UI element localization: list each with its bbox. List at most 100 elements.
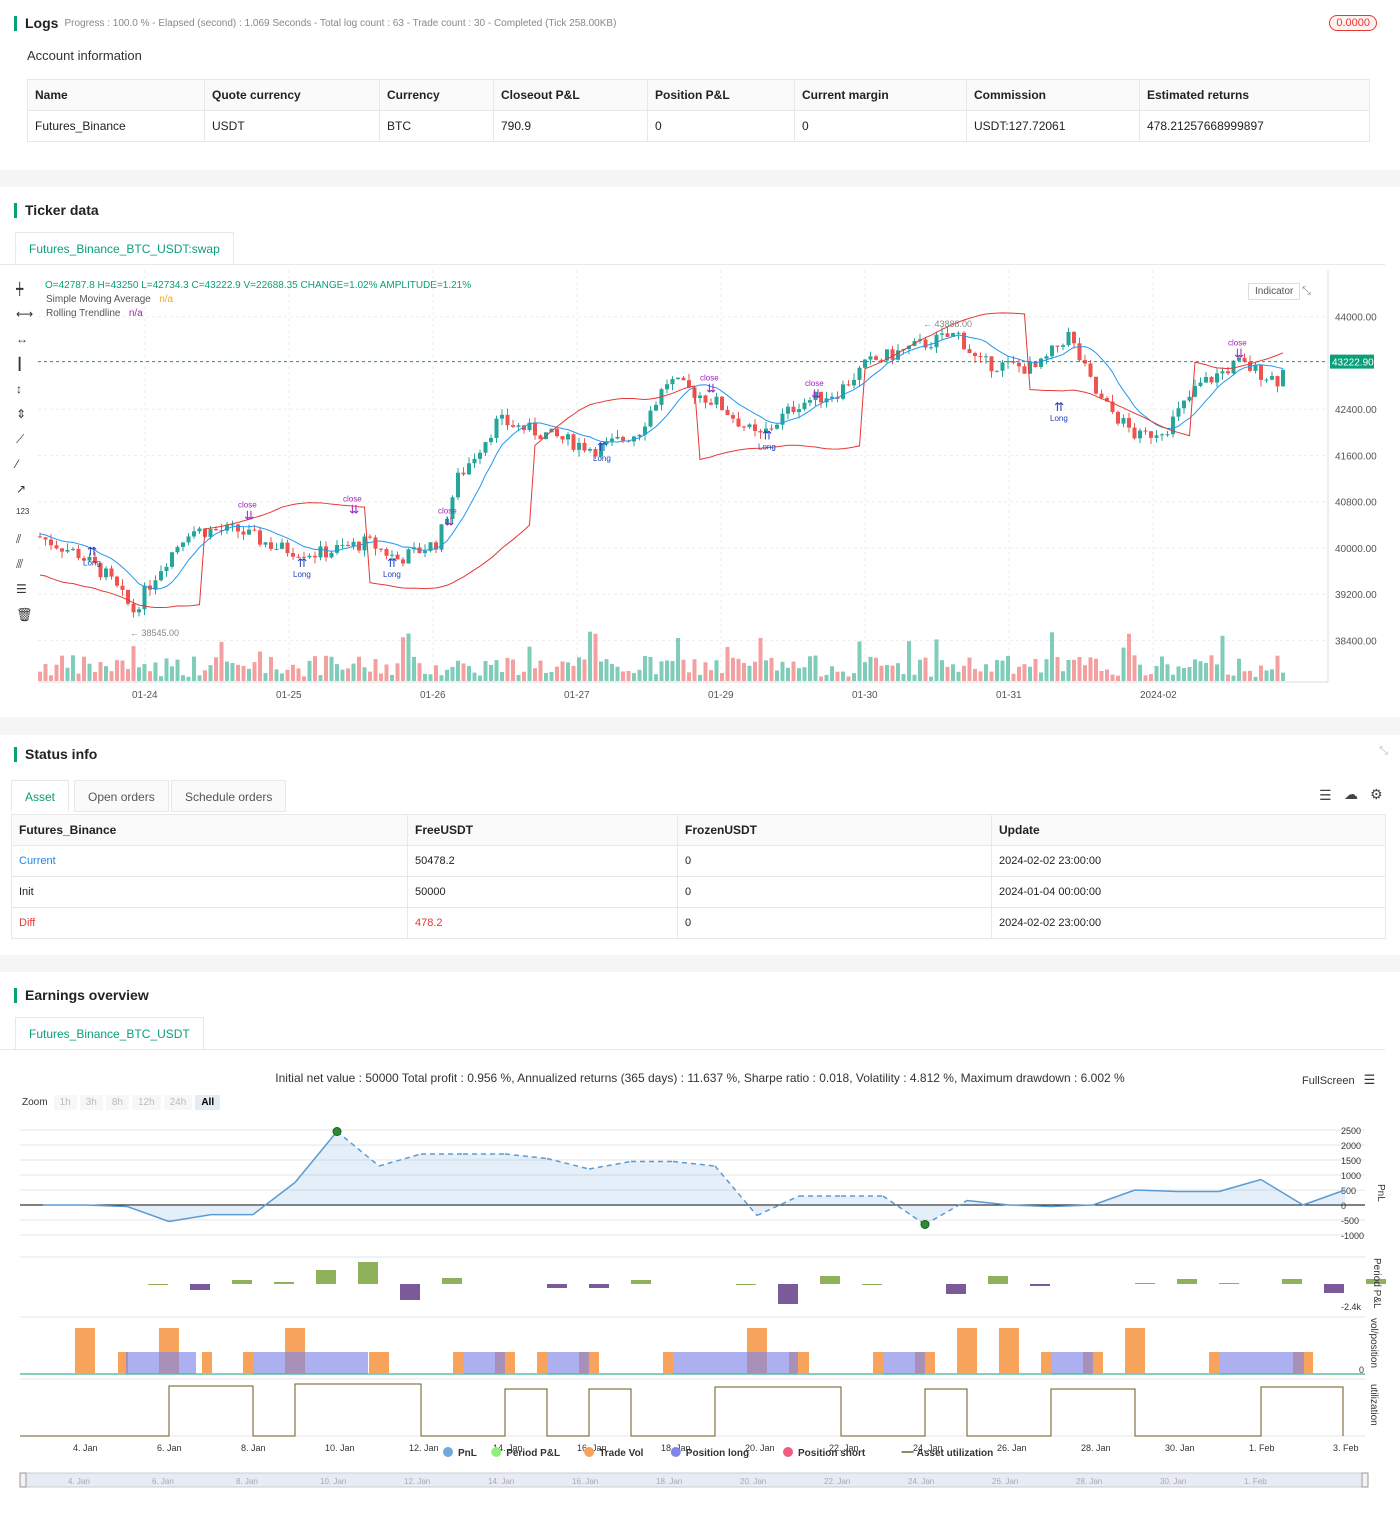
legend-position-long-icon bbox=[670, 1447, 681, 1457]
parallel-channel-tool-icon[interactable]: ⫽ bbox=[16, 532, 38, 557]
price-axis-label: 41600.00 bbox=[1335, 451, 1377, 462]
position-long-bar bbox=[547, 1352, 589, 1374]
period-pnl-bar bbox=[631, 1280, 651, 1284]
volume-bar bbox=[197, 675, 202, 681]
vertical-ray-tool-icon[interactable]: ⇕ bbox=[16, 407, 38, 432]
collapse-icon[interactable]: ⤡ bbox=[1379, 745, 1388, 758]
candle bbox=[307, 555, 312, 558]
trash-icon[interactable]: 🗑 bbox=[16, 607, 38, 632]
candle bbox=[478, 452, 482, 459]
table-cell: 0 bbox=[647, 110, 795, 142]
status-title: Status info bbox=[14, 746, 97, 762]
candle bbox=[1154, 435, 1159, 438]
table-cell: USDT bbox=[204, 110, 380, 142]
volume-bar bbox=[54, 664, 59, 681]
horizontal-ray-tool-icon[interactable]: ⟷ bbox=[16, 307, 38, 332]
period-pnl-bar bbox=[988, 1276, 1008, 1284]
earnings-chart[interactable]: 25002000150010005000-500-1000PnL-2.4k Per… bbox=[0, 1122, 1400, 1492]
candle bbox=[863, 359, 867, 368]
tab-schedule-orders[interactable]: Schedule orders bbox=[171, 780, 287, 812]
tab-earnings-symbol[interactable]: Futures_Binance_BTC_USDT bbox=[15, 1017, 204, 1050]
candle bbox=[214, 529, 218, 531]
volume-bar bbox=[1171, 674, 1175, 681]
volume-bar bbox=[285, 669, 290, 681]
volume-bar bbox=[1220, 635, 1225, 681]
navigator-label: 24. Jan bbox=[908, 1477, 934, 1486]
candle bbox=[802, 402, 807, 410]
volume-bar bbox=[989, 671, 994, 681]
volume-bar bbox=[379, 673, 383, 681]
period-pnl-bar bbox=[1324, 1284, 1344, 1293]
pnl-axis-label: -500 bbox=[1341, 1216, 1359, 1226]
candle bbox=[841, 384, 845, 399]
volume-bar bbox=[93, 672, 97, 681]
zoom-8h-button[interactable]: 8h bbox=[105, 1095, 129, 1110]
volume-bar bbox=[1182, 667, 1186, 681]
navigator-label: 6. Jan bbox=[152, 1477, 174, 1486]
pnl-axis-label: 1500 bbox=[1341, 1156, 1361, 1166]
candle bbox=[995, 370, 999, 372]
trade-label-long: Long bbox=[593, 454, 611, 463]
volume-bar bbox=[670, 661, 675, 681]
candle bbox=[43, 537, 48, 540]
navigator-label: 22. Jan bbox=[824, 1477, 850, 1486]
volume-bar bbox=[1044, 659, 1049, 681]
high-marker: ← 43888.00 bbox=[923, 319, 972, 329]
volume-bar bbox=[82, 656, 86, 681]
fib-lines-tool-icon[interactable]: ☰ bbox=[16, 582, 38, 607]
arrow-line-tool-icon[interactable]: ↗ bbox=[16, 482, 38, 507]
candle bbox=[71, 548, 75, 551]
volume-bar bbox=[318, 675, 323, 681]
volume-bar bbox=[472, 672, 477, 681]
tab-open-orders[interactable]: Open orders bbox=[74, 780, 169, 812]
volume-bar bbox=[450, 666, 455, 681]
volume-bar bbox=[610, 663, 614, 681]
legend-label: Asset utilization bbox=[917, 1448, 994, 1459]
candle bbox=[181, 542, 185, 547]
zoom-3h-button[interactable]: 3h bbox=[79, 1095, 103, 1110]
fib-tool-icon[interactable]: ⫻ bbox=[16, 557, 38, 582]
zoom-All-button[interactable]: All bbox=[195, 1095, 221, 1110]
volume-bar bbox=[775, 670, 779, 681]
period-pnl-bar bbox=[400, 1284, 420, 1300]
zoom-1h-button[interactable]: 1h bbox=[53, 1095, 77, 1110]
candle bbox=[274, 548, 279, 550]
navigator-label: 28. Jan bbox=[1076, 1477, 1102, 1486]
volume-bar bbox=[879, 665, 884, 681]
menu-icon[interactable]: ☰ bbox=[1364, 1072, 1376, 1087]
settings-gear-icon[interactable]: ⚙ bbox=[1370, 786, 1383, 803]
candle bbox=[170, 552, 174, 567]
trend-line-tool-icon[interactable]: ⟋ bbox=[16, 432, 38, 457]
volume-bar bbox=[654, 674, 658, 681]
tab-ticker-symbol[interactable]: Futures_Binance_BTC_USDT:swap bbox=[15, 232, 234, 265]
vertical-line-tool-icon[interactable]: ┃ bbox=[16, 357, 38, 382]
ray-line-tool-icon[interactable]: ⁄ bbox=[16, 457, 38, 482]
legend-label: Position short bbox=[798, 1448, 866, 1459]
account-table: Name Quote currency Currency Closeout P&L Po… bbox=[27, 79, 1370, 142]
candlestick-chart[interactable]: 44000.00 43222.90 42400.00 41600.00 40800.00… bbox=[38, 270, 1378, 700]
list-icon[interactable]: ☰ bbox=[1319, 787, 1332, 804]
tab-asset[interactable]: Asset bbox=[11, 780, 70, 812]
price-label-tool-icon[interactable]: 123 bbox=[16, 507, 38, 532]
trade-arrow-down: ⇊ bbox=[811, 387, 821, 401]
candle bbox=[1116, 411, 1120, 424]
volume-bar bbox=[648, 656, 653, 681]
x-axis-label: 8. Jan bbox=[241, 1443, 266, 1453]
volume-bar bbox=[868, 656, 873, 681]
volume-bar bbox=[164, 658, 169, 681]
extended-line-tool-icon[interactable]: ↔ bbox=[16, 332, 38, 357]
vertical-segment-tool-icon[interactable]: ↕ bbox=[16, 382, 38, 407]
volume-bar bbox=[175, 659, 180, 681]
zoom-12h-button[interactable]: 12h bbox=[131, 1095, 161, 1110]
ticker-title: Ticker data bbox=[14, 202, 99, 218]
fullscreen-button[interactable]: FullScreen ☰ bbox=[1302, 1072, 1375, 1088]
zoom-24h-button[interactable]: 24h bbox=[163, 1095, 193, 1110]
volume-bar bbox=[615, 666, 620, 681]
candle bbox=[1198, 382, 1203, 386]
horizontal-line-tool-icon[interactable]: ┿ bbox=[16, 282, 38, 307]
candle bbox=[236, 524, 240, 532]
position-long-bar bbox=[1219, 1352, 1304, 1374]
trade-arrow-up: ⇈ bbox=[87, 544, 97, 558]
volume-bar bbox=[302, 676, 306, 681]
download-icon[interactable]: ☁ bbox=[1344, 786, 1358, 803]
